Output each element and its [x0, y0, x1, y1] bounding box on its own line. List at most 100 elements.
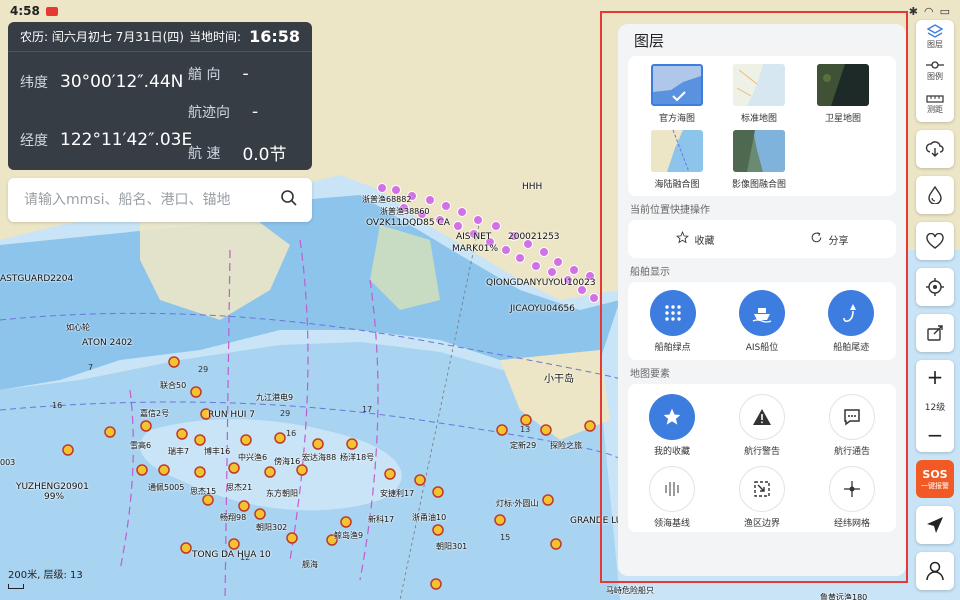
screenshot-button[interactable]: [916, 314, 954, 352]
map-label-ship3[interactable]: 浙普渔38860: [380, 206, 429, 217]
map-label-chaoyang[interactable]: 朝阳302: [256, 522, 287, 533]
ship-green-dot-toggle[interactable]: 船舶绿点: [635, 289, 711, 353]
map-label-lingfeng[interactable]: 灯标·外圆山: [496, 498, 539, 509]
vessel-marker[interactable]: [140, 420, 152, 432]
map-label-dingxin[interactable]: 定新29: [510, 440, 536, 451]
tide-button[interactable]: [916, 176, 954, 214]
map-label-xuegao[interactable]: 雪高6: [130, 440, 151, 451]
navigate-button[interactable]: [916, 506, 954, 544]
search-bar[interactable]: [8, 178, 312, 222]
favorites-button[interactable]: [916, 222, 954, 260]
map-label-qiaoyang[interactable]: 杨洋18号: [340, 452, 374, 463]
map-label-zhaoyang[interactable]: 朝阳301: [436, 541, 467, 552]
map-label-ruifeng[interactable]: 瑞丰7: [168, 446, 189, 457]
ship-marker[interactable]: [377, 183, 387, 193]
territorial-baseline-toggle[interactable]: 领海基线: [634, 466, 710, 529]
vessel-marker[interactable]: [228, 538, 240, 550]
search-input[interactable]: [24, 192, 280, 208]
map-label-ais[interactable]: AIS NET: [456, 232, 491, 242]
navigation-warning-toggle[interactable]: 航行警告: [724, 394, 800, 457]
navigation-notice-toggle[interactable]: 航行通告: [814, 394, 890, 457]
ship-marker[interactable]: [457, 207, 467, 217]
map-label-hongda[interactable]: 宏达海88: [302, 452, 336, 463]
map-label-tongda[interactable]: TONG DA HUA 10: [192, 550, 271, 560]
map-label-bofeng[interactable]: 博丰16: [204, 446, 230, 457]
map-label-jicao[interactable]: JICAOYU04656: [510, 304, 575, 314]
map-label-siyuan2[interactable]: 思杰21: [226, 482, 252, 493]
profile-button[interactable]: [916, 552, 954, 590]
vessel-marker[interactable]: [550, 538, 562, 550]
map-label-qiong[interactable]: QIONGDANYUYOU10023: [486, 278, 596, 288]
measure-button[interactable]: 测距: [916, 88, 954, 122]
vessel-marker[interactable]: [168, 356, 180, 368]
map-label-tongji[interactable]: 通佩5005: [148, 482, 184, 493]
ship-marker[interactable]: [473, 215, 483, 225]
map-label-num003[interactable]: 003: [0, 458, 15, 467]
sos-button[interactable]: SOS 一键报警: [916, 460, 954, 498]
vessel-marker[interactable]: [542, 494, 554, 506]
map-label-mazhou[interactable]: 马峙危险船只: [606, 585, 654, 596]
ship-track-toggle[interactable]: 船舶尾迹: [813, 289, 889, 353]
map-label-aton[interactable]: ATON 2402: [82, 338, 133, 348]
share-button[interactable]: 分享: [762, 231, 896, 247]
vessel-marker[interactable]: [340, 516, 352, 528]
vessel-marker[interactable]: [136, 464, 148, 476]
map-label-jiujiang[interactable]: 九江港电9: [256, 392, 293, 403]
ship-marker[interactable]: [491, 221, 501, 231]
weather-button[interactable]: [916, 130, 954, 168]
map-label-ruyi[interactable]: 如心轮: [66, 322, 90, 333]
map-label-num[interactable]: 200021253: [508, 232, 560, 242]
map-label-ship1[interactable]: OV2K11DQD85 CA: [366, 218, 450, 228]
map-label-jiaxin[interactable]: 嘉信2号: [140, 408, 169, 419]
map-label-coastguard[interactable]: ASTGUARD2204: [0, 274, 73, 284]
map-label-lianhe[interactable]: 联合50: [160, 380, 186, 391]
layers-button[interactable]: 图层: [916, 20, 954, 54]
vessel-marker[interactable]: [540, 424, 552, 436]
vessel-marker[interactable]: [158, 464, 170, 476]
ship-marker[interactable]: [553, 257, 563, 267]
vessel-marker[interactable]: [520, 414, 532, 426]
favorite-button[interactable]: 收藏: [628, 230, 762, 247]
vessel-marker[interactable]: [384, 468, 396, 480]
vessel-marker[interactable]: [194, 434, 206, 446]
map-type-official[interactable]: 官方海图: [650, 64, 704, 124]
zoom-in-button[interactable]: +: [916, 360, 954, 394]
map-label-ais2[interactable]: MARK01%: [452, 244, 498, 254]
map-label-xinglan[interactable]: 鲸岛渔9: [334, 530, 363, 541]
ship-marker[interactable]: [539, 247, 549, 257]
vessel-marker[interactable]: [104, 426, 116, 438]
map-label-siyuan[interactable]: 思杰15: [190, 486, 216, 497]
map-type-standard[interactable]: 标准地图: [732, 64, 786, 124]
map-label-luyou[interactable]: 鲁黄远渔180: [820, 592, 867, 600]
vessel-marker[interactable]: [494, 514, 506, 526]
map-label-changchun[interactable]: 畅翔98: [220, 512, 246, 523]
map-label-zheyong[interactable]: 浙甬油10: [412, 512, 446, 523]
ship-marker[interactable]: [569, 265, 579, 275]
map-label-xiao[interactable]: 小干岛: [544, 370, 574, 385]
map-label-dongfang[interactable]: 东方朝阳: [266, 488, 298, 499]
locate-button[interactable]: [916, 268, 954, 306]
vessel-marker[interactable]: [254, 508, 266, 520]
vessel-marker[interactable]: [180, 542, 192, 554]
vessel-marker[interactable]: [238, 500, 250, 512]
vessel-marker[interactable]: [584, 420, 596, 432]
map-label-tanxian[interactable]: 探险之旅: [550, 440, 582, 451]
vessel-marker[interactable]: [274, 432, 286, 444]
map-label-chenghai[interactable]: 傍海16: [274, 456, 300, 467]
map-label-anjie[interactable]: 安捷利17: [380, 488, 414, 499]
vessel-marker[interactable]: [312, 438, 324, 450]
map-label-hhh[interactable]: HHH: [522, 182, 542, 192]
vessel-marker[interactable]: [430, 578, 442, 590]
vessel-marker[interactable]: [432, 486, 444, 498]
vessel-marker[interactable]: [414, 474, 426, 486]
ship-marker[interactable]: [453, 221, 463, 231]
vessel-marker[interactable]: [62, 444, 74, 456]
map-label-xinke[interactable]: 新科17: [368, 514, 394, 525]
vessel-marker[interactable]: [286, 532, 298, 544]
ship-marker[interactable]: [531, 261, 541, 271]
my-favorites-toggle[interactable]: 我的收藏: [634, 394, 710, 457]
map-type-satellite[interactable]: 卫星地图: [816, 64, 870, 124]
fishing-boundary-toggle[interactable]: 渔区边界: [724, 466, 800, 529]
legend-button[interactable]: 图例: [916, 54, 954, 88]
map-label-yuzheng-pct[interactable]: 99%: [44, 492, 64, 502]
